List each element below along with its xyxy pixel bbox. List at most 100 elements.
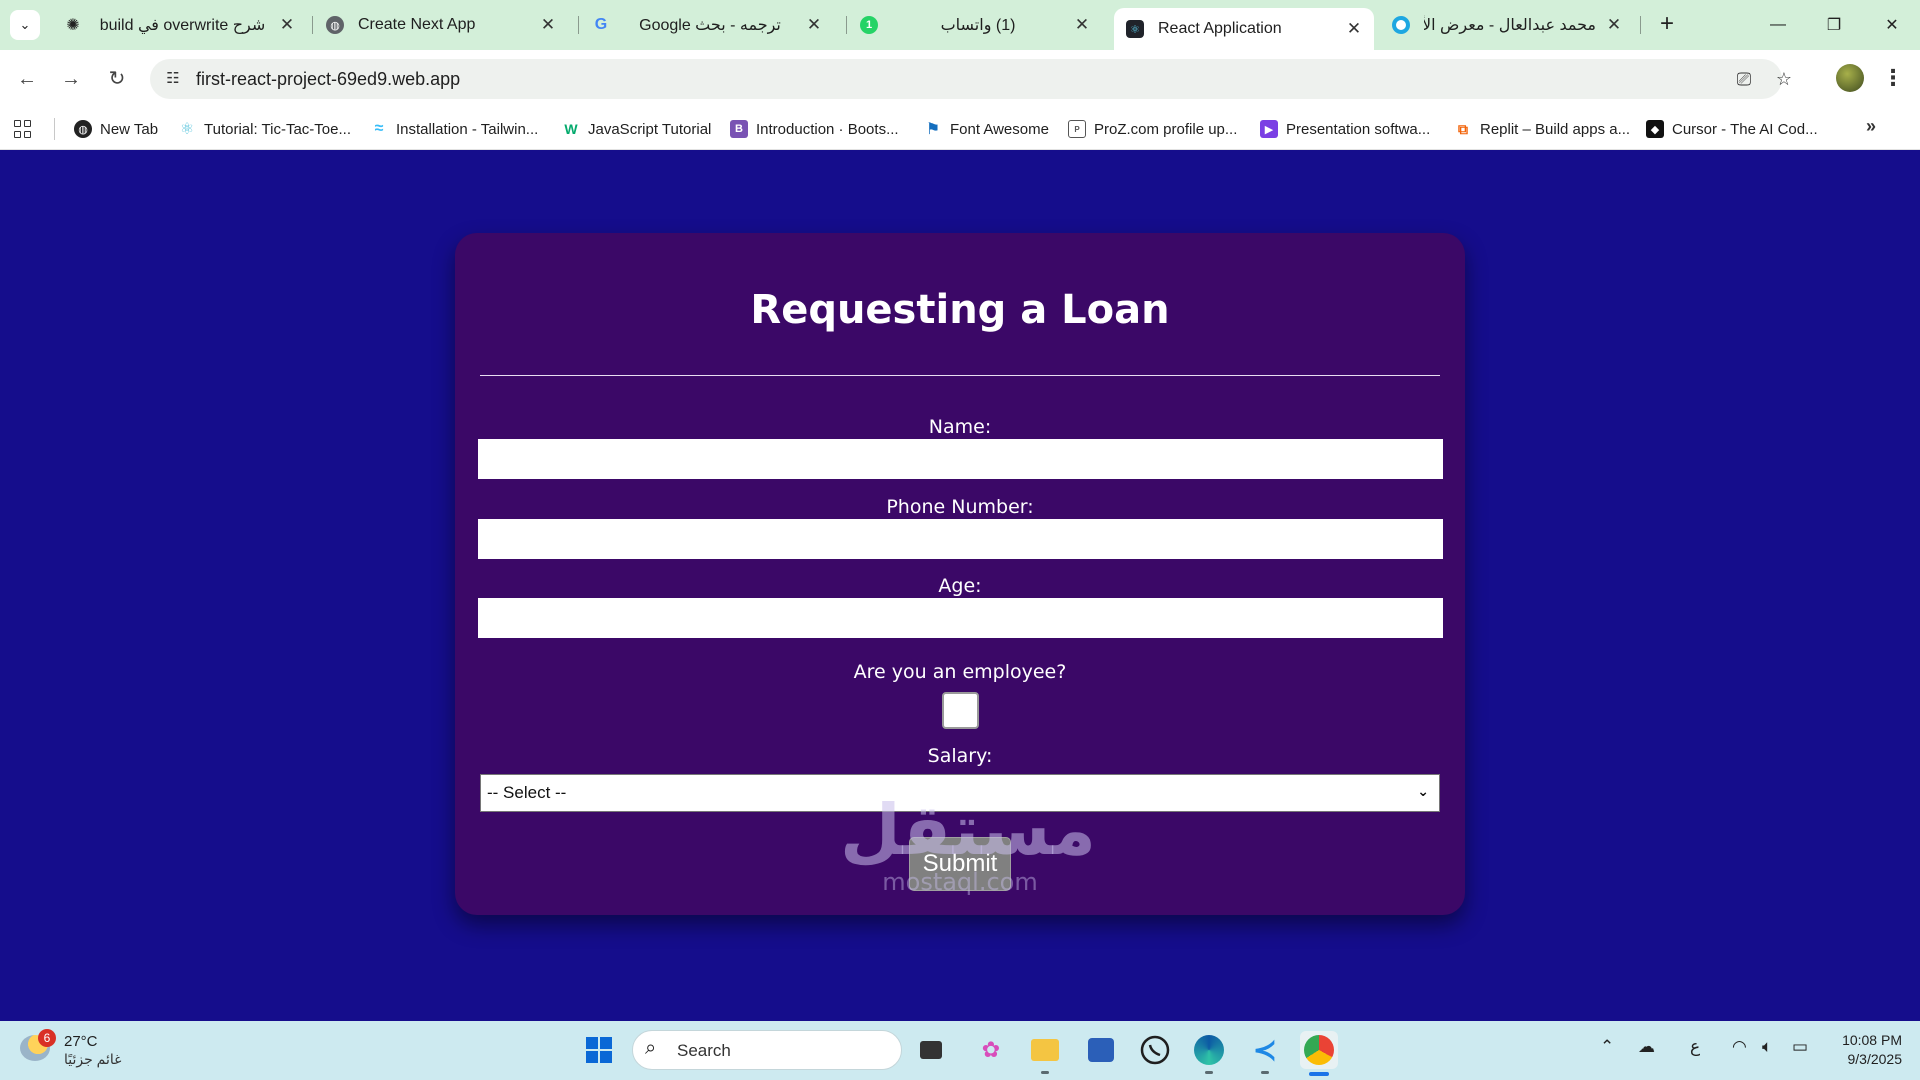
copilot-icon: ✿: [981, 1037, 1001, 1062]
tab-google-search[interactable]: G ترجمه - بحث Google ✕: [580, 8, 834, 42]
bookmark-presentation[interactable]: ▶ Presentation softwa...: [1260, 117, 1430, 141]
bookmark-tailwind[interactable]: ≈ Installation - Tailwin...: [370, 117, 539, 141]
bookmark-javascript-tutorial[interactable]: W JavaScript Tutorial: [562, 117, 711, 141]
tab-separator: [1640, 16, 1641, 34]
whatsapp-icon: [1140, 1035, 1170, 1065]
bookmark-replit[interactable]: ⧉ Replit – Build apps a...: [1454, 117, 1630, 141]
tab-whatsapp[interactable]: 1 (1) واتساب ✕: [848, 8, 1102, 42]
weather-badge: 6: [38, 1029, 56, 1047]
employee-checkbox[interactable]: [942, 692, 979, 729]
close-icon[interactable]: ✕: [806, 15, 822, 35]
vscode-button[interactable]: ≺: [1246, 1031, 1284, 1069]
replit-icon: ⧉: [1458, 120, 1468, 137]
site-settings-icon[interactable]: ☷: [162, 68, 184, 90]
weather-condition: غائم جزئيًا: [64, 1051, 122, 1067]
tab-separator: [578, 16, 579, 34]
bookmark-label: Font Awesome: [950, 120, 1049, 138]
store-button[interactable]: [1082, 1031, 1120, 1069]
whatsapp-button[interactable]: [1136, 1031, 1174, 1069]
edge-icon: [1194, 1035, 1224, 1065]
bookmark-label: Introduction · Boots...: [756, 120, 899, 138]
browser-toolbar: ← → ↻ ☷ first-react-project-69ed9.web.ap…: [0, 50, 1920, 108]
proz-icon: P: [1068, 120, 1086, 138]
close-icon[interactable]: ✕: [1606, 15, 1622, 35]
start-button[interactable]: [580, 1031, 618, 1069]
mostaql-watermark: مستقل: [840, 789, 1097, 871]
restore-button[interactable]: ❐: [1806, 0, 1862, 50]
bookmark-proz[interactable]: P ProZ.com profile up...: [1068, 117, 1237, 141]
clock-time: 10:08 PM: [1842, 1032, 1902, 1048]
close-icon[interactable]: ✕: [1346, 19, 1362, 39]
battery-icon[interactable]: ▭: [1792, 1037, 1808, 1057]
bookmark-label: Cursor - The AI Cod...: [1672, 120, 1818, 138]
bookmark-react-tutorial[interactable]: ⚛ Tutorial: Tic-Tac-Toe...: [178, 117, 351, 141]
tab-create-next-app[interactable]: ◍ Create Next App ✕: [314, 8, 568, 42]
plus-icon: +: [1659, 10, 1674, 37]
volume-icon[interactable]: 🔈︎: [1762, 1037, 1772, 1057]
bookmark-label: Replit – Build apps a...: [1480, 120, 1631, 138]
active-indicator: [1309, 1072, 1329, 1076]
close-icon: ✕: [1885, 17, 1899, 34]
form-title: Requesting a Loan: [750, 287, 1170, 333]
tab-search-button[interactable]: ⌄: [10, 10, 40, 40]
running-indicator: [1041, 1071, 1049, 1074]
taskbar-search[interactable]: ⌕ Search: [632, 1030, 902, 1070]
bookmark-font-awesome[interactable]: ⚑ Font Awesome: [924, 117, 1049, 141]
apps-grid-icon[interactable]: [14, 120, 32, 138]
system-clock[interactable]: 10:08 PM 9/3/2025: [1818, 1031, 1902, 1069]
more-vertical-icon: ⋮: [1882, 65, 1904, 90]
tab-separator: [846, 16, 847, 34]
new-tab-button[interactable]: +: [1652, 10, 1682, 40]
running-indicator: [1261, 1071, 1269, 1074]
show-hidden-icons-button[interactable]: ⌃: [1600, 1037, 1614, 1057]
salary-selected-value: -- Select --: [487, 783, 567, 802]
name-input[interactable]: [478, 439, 1443, 479]
back-button[interactable]: ←: [12, 64, 42, 94]
chrome-icon: [1304, 1035, 1334, 1065]
weather-widget[interactable]: 6 27°C غائم جزئيًا: [20, 1029, 130, 1073]
edge-button[interactable]: [1190, 1031, 1228, 1069]
presentation-icon: ▶: [1260, 120, 1278, 138]
bookmark-new-tab[interactable]: ◍ New Tab: [74, 117, 158, 141]
profile-avatar[interactable]: [1836, 64, 1864, 92]
copilot-button[interactable]: ✿: [972, 1031, 1010, 1069]
age-input[interactable]: [478, 598, 1443, 638]
tab-react-application[interactable]: ⚛ React Application ✕: [1114, 8, 1374, 50]
onedrive-status[interactable]: ☁: [1638, 1037, 1655, 1057]
phone-number-input[interactable]: [478, 519, 1443, 559]
phone-label: Phone Number:: [886, 496, 1034, 518]
forward-button[interactable]: →: [56, 64, 86, 94]
chrome-button[interactable]: [1300, 1031, 1338, 1069]
bookmark-star-icon[interactable]: ☆: [1772, 67, 1796, 91]
chrome-menu-button[interactable]: ⋮: [1880, 64, 1906, 94]
tab-build-overwrite[interactable]: ✺ شرح overwrite في build ✕: [52, 8, 307, 42]
employee-label: Are you an employee?: [853, 661, 1067, 683]
file-explorer-button[interactable]: [1026, 1031, 1064, 1069]
more-bookmarks-button[interactable]: »: [1866, 116, 1876, 137]
tab-portfolio[interactable]: محمد عبدالعال - معرض الأعمال ✕: [1380, 8, 1634, 42]
input-language[interactable]: ع: [1690, 1037, 1700, 1057]
search-icon: ⌕: [645, 1037, 657, 1059]
tab-title: شرح overwrite في build: [99, 17, 266, 34]
age-label: Age:: [938, 575, 982, 597]
close-icon[interactable]: ✕: [1074, 15, 1090, 35]
bookmark-label: Tutorial: Tic-Tac-Toe...: [204, 120, 351, 138]
bookmark-cursor[interactable]: ◆ Cursor - The AI Cod...: [1646, 117, 1818, 141]
cloud-error-icon: ☁: [1638, 1037, 1655, 1056]
address-url[interactable]: first-react-project-69ed9.web.app: [196, 69, 460, 90]
bookmark-bootstrap[interactable]: B Introduction · Boots...: [730, 117, 899, 141]
close-window-button[interactable]: ✕: [1864, 0, 1920, 50]
tab-strip: ⌄ ✺ شرح overwrite في build ✕ ◍ Create Ne…: [0, 0, 1920, 50]
minimize-button[interactable]: —: [1750, 0, 1806, 50]
windows-taskbar: 6 27°C غائم جزئيًا ⌕ Search ✿ ≺ ⌃ ☁ ع ◠ …: [0, 1021, 1920, 1080]
running-indicator: [1205, 1071, 1213, 1074]
tab-title: Create Next App: [358, 16, 476, 33]
wifi-icon[interactable]: ◠: [1732, 1037, 1747, 1057]
close-icon[interactable]: ✕: [279, 15, 295, 35]
salary-label: Salary:: [927, 745, 993, 767]
reload-button[interactable]: ↻: [102, 64, 132, 94]
install-app-icon[interactable]: ⎚: [1732, 67, 1756, 91]
close-icon[interactable]: ✕: [540, 15, 556, 35]
address-bar[interactable]: ☷ first-react-project-69ed9.web.app ⎚ ☆: [150, 59, 1792, 99]
task-view-button[interactable]: [912, 1031, 950, 1069]
